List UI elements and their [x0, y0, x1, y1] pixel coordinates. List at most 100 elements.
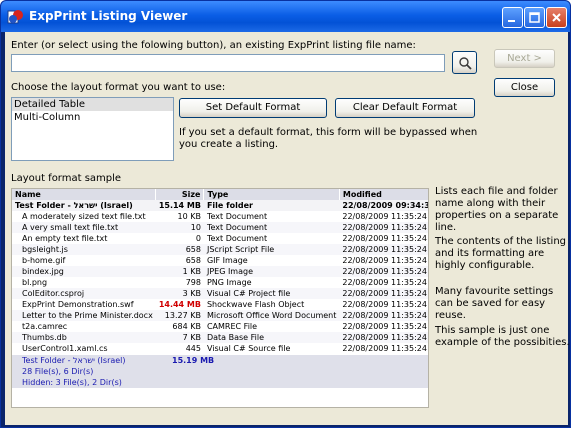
cell-modified: 22/08/2009 11:35:24: [342, 212, 427, 221]
cell-type: Microsoft Office Word Document: [203, 310, 340, 321]
cell-modified: 22/08/2009 11:35:24: [339, 310, 428, 321]
cell-name: bindex.jpg: [12, 266, 156, 277]
layout-sample: Name Size Type Modified Test Folder - יש…: [11, 188, 429, 408]
clear-default-format-button[interactable]: Clear Default Format: [335, 98, 475, 118]
cell-size: 10: [155, 222, 204, 233]
cell-size: 10 KB: [177, 212, 201, 221]
sample-table: Name Size Type Modified Test Folder - יש…: [12, 189, 428, 354]
close-button[interactable]: Close: [494, 78, 555, 97]
cell-size: 1 KB: [155, 266, 204, 277]
table-row: A moderately sized text file.txt 10 KB Tex…: [12, 211, 428, 222]
table-row: bgsleight.js 658 JScript Script File 22/08/…: [12, 244, 428, 255]
cell-modified: 22/08/2009 11:35:24: [339, 244, 428, 255]
cell-modified: 22/08/2009 11:35:24: [339, 222, 428, 233]
cell-name: A moderately sized text file.txt: [22, 212, 146, 221]
cell-size: 684 KB: [172, 322, 201, 331]
table-row: An empty text file.txt 0 Text Document 22/0…: [12, 233, 428, 244]
minimize-icon: [508, 20, 515, 22]
footer-hidden: Hidden: 3 File(s), 2 Dir(s): [22, 378, 122, 387]
footer-folder: Test Folder - ישראל (Israel): [22, 356, 126, 365]
table-row: Thumbs.db 7 KB Data Base File 22/08/2009 11…: [12, 332, 428, 343]
cell-name: Letter to the Prime Minister.docx: [12, 310, 156, 321]
cell-name: ExpPrint Demonstration.swf: [22, 300, 134, 309]
cell-size: 0: [195, 234, 201, 243]
cell-name: Test Folder - ישראל (Israel): [12, 200, 156, 211]
minimize-button[interactable]: [502, 7, 523, 28]
title-bar[interactable]: ExpPrint Listing Viewer: [1, 1, 570, 32]
close-icon: [552, 13, 561, 22]
sample-label: Layout format sample: [11, 173, 122, 184]
cell-size: 15.14 MB: [155, 200, 204, 211]
layout-item-detailed-table[interactable]: Detailed Table: [12, 98, 173, 111]
cell-type: Visual C# Project file: [203, 288, 340, 299]
browse-button[interactable]: [452, 51, 477, 74]
cell-modified: 22/08/2009 11:35:24: [339, 288, 428, 299]
cell-name: An empty text file.txt: [22, 234, 108, 243]
cell-type: Text Document: [206, 234, 268, 243]
cell-size: 658: [185, 256, 201, 265]
column-header-name: Name: [12, 189, 157, 200]
footer-counts: 28 File(s), 6 Dir(s): [22, 367, 94, 376]
cell-type: Visual C# Source file: [206, 344, 291, 353]
sample-footer: Test Folder - ישראל (Israel) 15.19 MB 28…: [12, 355, 428, 388]
close-window-button[interactable]: [546, 7, 567, 28]
filename-prompt: Enter (or select using the folowing butt…: [11, 40, 416, 51]
cell-type: CAMREC File: [206, 322, 258, 331]
description-3: Many favourite settings can be saved for…: [435, 286, 554, 321]
cell-size: 7 KB: [155, 332, 204, 343]
cell-name: Thumbs.db: [12, 332, 156, 343]
description-2: The contents of the listing and its form…: [435, 236, 567, 271]
browse-icon: [458, 57, 472, 70]
cell-name: A very small text file.txt: [12, 222, 156, 233]
filename-input[interactable]: [11, 54, 445, 72]
cell-modified: 22/08/2009 11:35:24: [339, 332, 428, 343]
cell-size: 14.44 MB: [158, 300, 201, 309]
next-button[interactable]: Next >: [494, 49, 555, 68]
cell-type: GIF Image: [206, 256, 248, 265]
maximize-button[interactable]: [524, 7, 545, 28]
table-row: b-home.gif 658 GIF Image 22/08/2009 11:35:2…: [12, 255, 428, 266]
window-title: ExpPrint Listing Viewer: [29, 9, 188, 23]
column-header-modified: Modified: [339, 189, 428, 200]
clear-default-label: Clear Default Format: [352, 102, 458, 113]
table-row: ExpPrint Demonstration.swf 14.44 MB Shockw…: [12, 299, 428, 310]
cell-type: File folder: [203, 200, 340, 211]
set-default-label: Set Default Format: [205, 102, 301, 113]
cell-modified: 22/08/2009 11:35:24: [342, 344, 427, 353]
close-button-label: Close: [510, 82, 539, 93]
app-icon: [7, 10, 23, 24]
cell-name: t2a.camrec: [22, 322, 68, 331]
layout-list[interactable]: Detailed Table Multi-Column: [11, 97, 174, 161]
cell-size: 13.27 KB: [155, 310, 204, 321]
column-header-type: Type: [203, 189, 340, 200]
cell-type: Text Document: [206, 212, 268, 221]
column-header-size: Size: [155, 189, 205, 200]
layout-item-multi-column[interactable]: Multi-Column: [12, 111, 173, 124]
default-format-note: If you set a default format, this form w…: [179, 127, 478, 150]
next-button-label: Next >: [507, 53, 542, 64]
cell-name: UserControl1.xaml.cs: [22, 344, 108, 353]
cell-type: Data Base File: [203, 332, 340, 343]
table-row: bl.png 798 PNG Image 22/08/2009 11:35:24: [12, 277, 428, 288]
cell-name: b-home.gif: [22, 256, 66, 265]
cell-size: 445: [185, 344, 201, 353]
set-default-format-button[interactable]: Set Default Format: [179, 98, 327, 118]
description-1: Lists each file and folder name along wi…: [435, 186, 559, 233]
table-row: UserControl1.xaml.cs 445 Visual C# Source …: [12, 343, 428, 354]
table-row: bindex.jpg 1 KB JPEG Image 22/08/2009 11:35…: [12, 266, 428, 277]
table-row: Letter to the Prime Minister.docx 13.27 K…: [12, 310, 428, 321]
maximize-icon: [529, 12, 540, 23]
cell-type: Shockwave Flash Object: [206, 300, 305, 309]
cell-modified: 22/08/2009 11:35:24: [342, 234, 427, 243]
sample-header-row: Name Size Type Modified: [12, 189, 428, 200]
dialog-body: Enter (or select using the folowing butt…: [5, 32, 570, 425]
cell-type: PNG Image: [206, 278, 252, 287]
cell-type: JPEG Image: [203, 266, 340, 277]
cell-modified: 22/08/2009 11:35:24: [342, 322, 427, 331]
cell-modified: 22/08/2009 11:35:24: [342, 278, 427, 287]
layout-prompt: Choose the layout format you want to use…: [11, 82, 226, 93]
folder-row: Test Folder - ישראל (Israel) 15.14 MB File…: [12, 200, 428, 211]
app-window: ExpPrint Listing Viewer Enter (or select…: [0, 0, 571, 428]
table-row: t2a.camrec 684 KB CAMREC File 22/08/2009 11…: [12, 321, 428, 332]
table-row: A very small text file.txt 10 Text Documen…: [12, 222, 428, 233]
